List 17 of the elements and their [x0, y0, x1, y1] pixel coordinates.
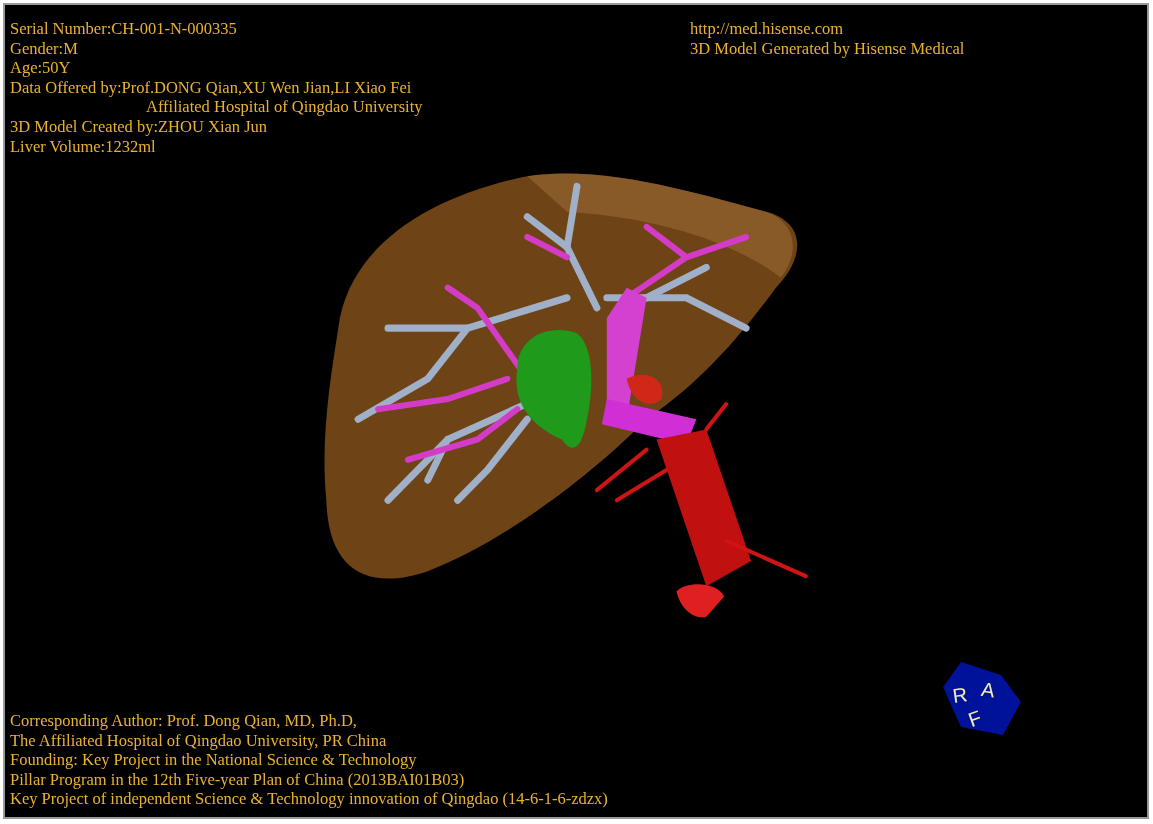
credit-text: Key Project of independent Science & Technology innovation of Qingdao (14-6-1-6-zdzx) — [10, 789, 608, 809]
cube-face-label: R — [951, 683, 969, 708]
info-text: Data Offered by:Prof.DONG Qian,XU Wen Jian,LI Xiao Fei — [10, 77, 412, 98]
cube-face-label: F — [965, 706, 985, 732]
info-text: Serial Number:CH-001-N-000335 — [10, 19, 237, 39]
cube-face-label: A — [979, 678, 997, 702]
info-text: Liver Volume:1232ml — [10, 136, 156, 157]
credit-text: Founding: Key Project in the National Science & Technology — [10, 750, 417, 770]
branding-text: http://med.hisense.com — [690, 19, 844, 39]
info-text: Gender:M — [10, 38, 78, 59]
info-text: Age:50Y — [10, 58, 71, 78]
credit-text: Corresponding Author: Prof. Dong Qian, MD, Ph.D, — [10, 711, 357, 731]
branding-text: 3D Model Generated by Hisense Medical — [690, 38, 965, 59]
credit-text: The Affiliated Hospital of Qingdao University, PR China — [10, 730, 387, 751]
info-text: Affiliated Hospital of Qingdao University — [146, 97, 423, 117]
credit-text: Pillar Program in the 12th Five-year Plan of China (2013BAI01B03) — [10, 769, 465, 790]
info-text: 3D Model Created by:ZHOU Xian Jun — [10, 116, 268, 137]
